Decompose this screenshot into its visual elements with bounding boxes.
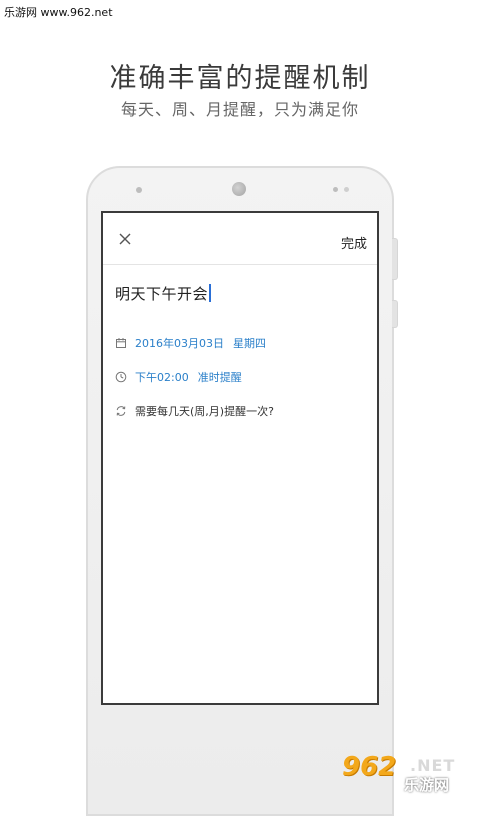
repeat-row[interactable]: 需要每几天(周,月)提醒一次? <box>115 403 274 419</box>
reminder-title-input[interactable]: 明天下午开会 <box>115 283 211 304</box>
close-icon <box>119 233 131 245</box>
phone-sensor <box>136 187 142 193</box>
watermark-net: .NET <box>410 756 456 775</box>
watermark-cn: 乐游网 <box>404 776 450 794</box>
time-mode-value: 准时提醒 <box>197 371 242 384</box>
phone-sensor <box>344 187 349 192</box>
calendar-icon <box>116 338 126 348</box>
phone-screen: 完成 明天下午开会 2016年03月03日 星期四 下午02:00 准时提醒 需… <box>101 211 379 705</box>
date-value: 2016年03月03日 <box>135 337 224 350</box>
phone-camera <box>232 182 246 196</box>
time-row[interactable]: 下午02:00 准时提醒 <box>115 369 242 385</box>
text-caret <box>209 284 211 302</box>
watermark-number: 962 <box>342 752 397 782</box>
page-subline: 每天、周、月提醒，只为满足你 <box>120 100 359 119</box>
phone-sensor <box>333 187 338 192</box>
page-headline: 准确丰富的提醒机制 <box>109 63 371 94</box>
clock-icon <box>115 371 127 383</box>
done-button[interactable]: 完成 <box>341 233 367 252</box>
date-row[interactable]: 2016年03月03日 星期四 <box>115 335 266 351</box>
time-value: 下午02:00 <box>135 371 189 384</box>
reminder-title-text: 明天下午开会 <box>115 285 209 303</box>
close-button[interactable] <box>117 231 133 247</box>
watermark-top: 乐游网 www.962.net <box>4 6 113 19</box>
repeat-icon <box>116 406 126 416</box>
phone-power-button <box>392 300 398 328</box>
screen-topbar: 完成 <box>103 213 377 265</box>
phone-volume-button <box>392 238 398 280</box>
repeat-prompt: 需要每几天(周,月)提醒一次? <box>135 405 274 418</box>
weekday-value: 星期四 <box>233 337 266 350</box>
site-watermark-logo: 962 .NET 乐游网 <box>340 752 474 796</box>
